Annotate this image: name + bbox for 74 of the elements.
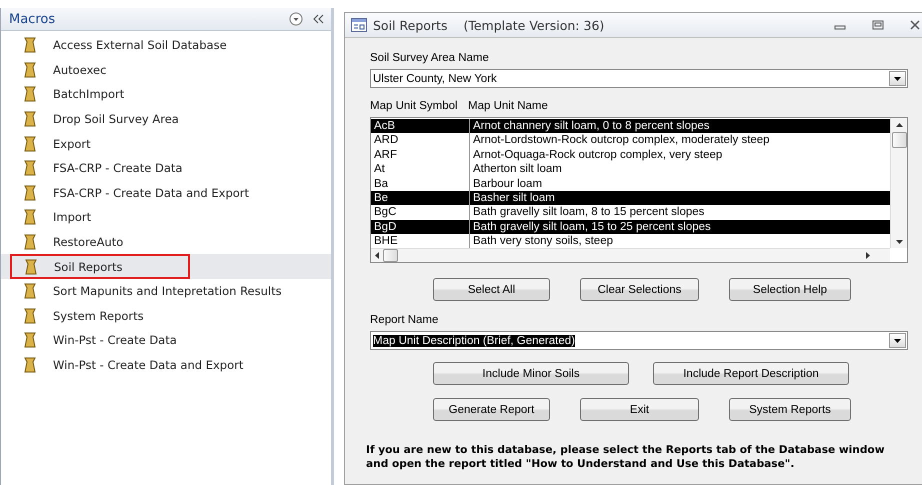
macro-item[interactable]: Soil Reports (1, 254, 331, 279)
scroll-icon (23, 282, 37, 300)
selection-button[interactable]: Selection Help (729, 278, 851, 301)
name-cell-text: Arnot channery silt loam, 0 to 8 percent slopes (472, 119, 710, 134)
scroll-icon (23, 134, 37, 153)
scroll-icon (23, 36, 37, 54)
name-cell-text: Bath very stony soils, steep (472, 234, 613, 248)
scroll-icon (23, 331, 37, 350)
scroll-icon (23, 159, 37, 178)
map-unit-list[interactable] (370, 117, 908, 263)
form-icon (351, 18, 367, 32)
macro-item[interactable]: BatchImport (1, 82, 331, 107)
selection-button[interactable]: Clear Selections (580, 278, 699, 301)
name-cell-text: Basher silt loam (472, 190, 555, 206)
scroll-left-icon[interactable] (375, 252, 379, 259)
scroll-thumb[interactable] (892, 132, 906, 148)
scroll-icon (23, 85, 37, 104)
macro-item[interactable]: Win-Pst - Create Data and Export (1, 352, 331, 378)
name-cell-text: Arnot-Oquaga-Rock outcrop complex, very steep (472, 148, 722, 162)
form-subtitle: (Template Version: 36) (463, 18, 606, 32)
close-icon[interactable] (910, 20, 920, 30)
field-label: Report Name (370, 314, 440, 326)
survey-area-combo[interactable]: Ulster County, New York (370, 69, 908, 88)
action-button[interactable]: Exit (580, 398, 699, 421)
dropdown-icon[interactable] (289, 12, 303, 26)
scroll-up-icon[interactable] (896, 123, 902, 127)
name-cell-text: Arnot-Lordstown-Rock outcrop complex, moderately steep (472, 133, 770, 148)
scroll-icon (24, 258, 38, 276)
scroll-icon (23, 356, 37, 374)
help-note: If you are new to this database, please select the Reports tab of the Database window and open the report titled "How to Understand and Use this Database". (366, 443, 886, 471)
option-button[interactable]: Include Report Description (653, 362, 849, 385)
column-header: Map Unit Symbol (370, 100, 459, 112)
macro-item[interactable]: Autoexec (1, 58, 331, 82)
scroll-icon (23, 110, 37, 128)
list-row[interactable]: Be Basher silt loam (371, 190, 890, 206)
macro-item[interactable]: Import (1, 205, 331, 230)
name-cell-text: Barbour loam (472, 176, 542, 191)
form-title: Soil Reports (373, 18, 448, 32)
macro-item[interactable]: FSA-CRP - Create Data (1, 156, 331, 181)
scroll-icon (23, 208, 37, 226)
macro-item[interactable]: Sort Mapunits and Intepretation Results (1, 278, 331, 304)
scroll-icon (23, 60, 37, 79)
vertical-scrollbar[interactable] (890, 118, 907, 248)
macro-item[interactable]: Drop Soil Survey Area (1, 106, 331, 132)
option-button[interactable]: Include Minor Soils (433, 362, 629, 385)
pane-title: Macros (9, 12, 56, 26)
macro-item[interactable]: System Reports (1, 304, 331, 328)
scroll-thumb[interactable] (383, 249, 398, 262)
collapse-icon[interactable] (313, 14, 325, 24)
name-cell-text: Bath gravelly silt loam, 15 to 25 percent slopes (472, 220, 711, 234)
scroll-icon (23, 184, 37, 202)
macro-item[interactable]: FSA-CRP - Create Data and Export (1, 180, 331, 206)
action-button[interactable]: Generate Report (433, 398, 550, 421)
scroll-icon (23, 306, 37, 325)
scroll-right-icon[interactable] (866, 252, 870, 259)
dropdown-arrow-icon (894, 338, 901, 342)
action-button[interactable]: System Reports (729, 398, 851, 421)
macro-item[interactable]: RestoreAuto (1, 230, 331, 254)
name-cell-text: Atherton silt loam (472, 162, 562, 177)
macro-item[interactable]: Export (1, 131, 331, 156)
horizontal-scrollbar[interactable] (371, 248, 890, 262)
field-label: Soil Survey Area Name (370, 52, 490, 64)
selection-button[interactable]: Select All (433, 278, 550, 301)
dropdown-arrow-icon (894, 76, 901, 80)
list-row[interactable]: BgD Bath gravelly silt loam, 15 to 25 percent slopes (371, 220, 890, 234)
macro-item[interactable]: Access External Soil Database (1, 33, 331, 58)
list-row[interactable]: AcB Arnot channery silt loam, 0 to 8 percent slopes (371, 119, 890, 134)
scroll-icon (23, 233, 37, 252)
report-name-combo[interactable]: Map Unit Description (Brief, Generated) (370, 331, 908, 350)
scroll-down-icon[interactable] (896, 240, 902, 244)
macro-item[interactable]: Win-Pst - Create Data (1, 328, 331, 353)
maximize-icon[interactable] (872, 20, 884, 30)
column-header: Map Unit Name (468, 100, 548, 112)
name-cell-text: Bath gravelly silt loam, 8 to 15 percent slopes (472, 205, 704, 220)
